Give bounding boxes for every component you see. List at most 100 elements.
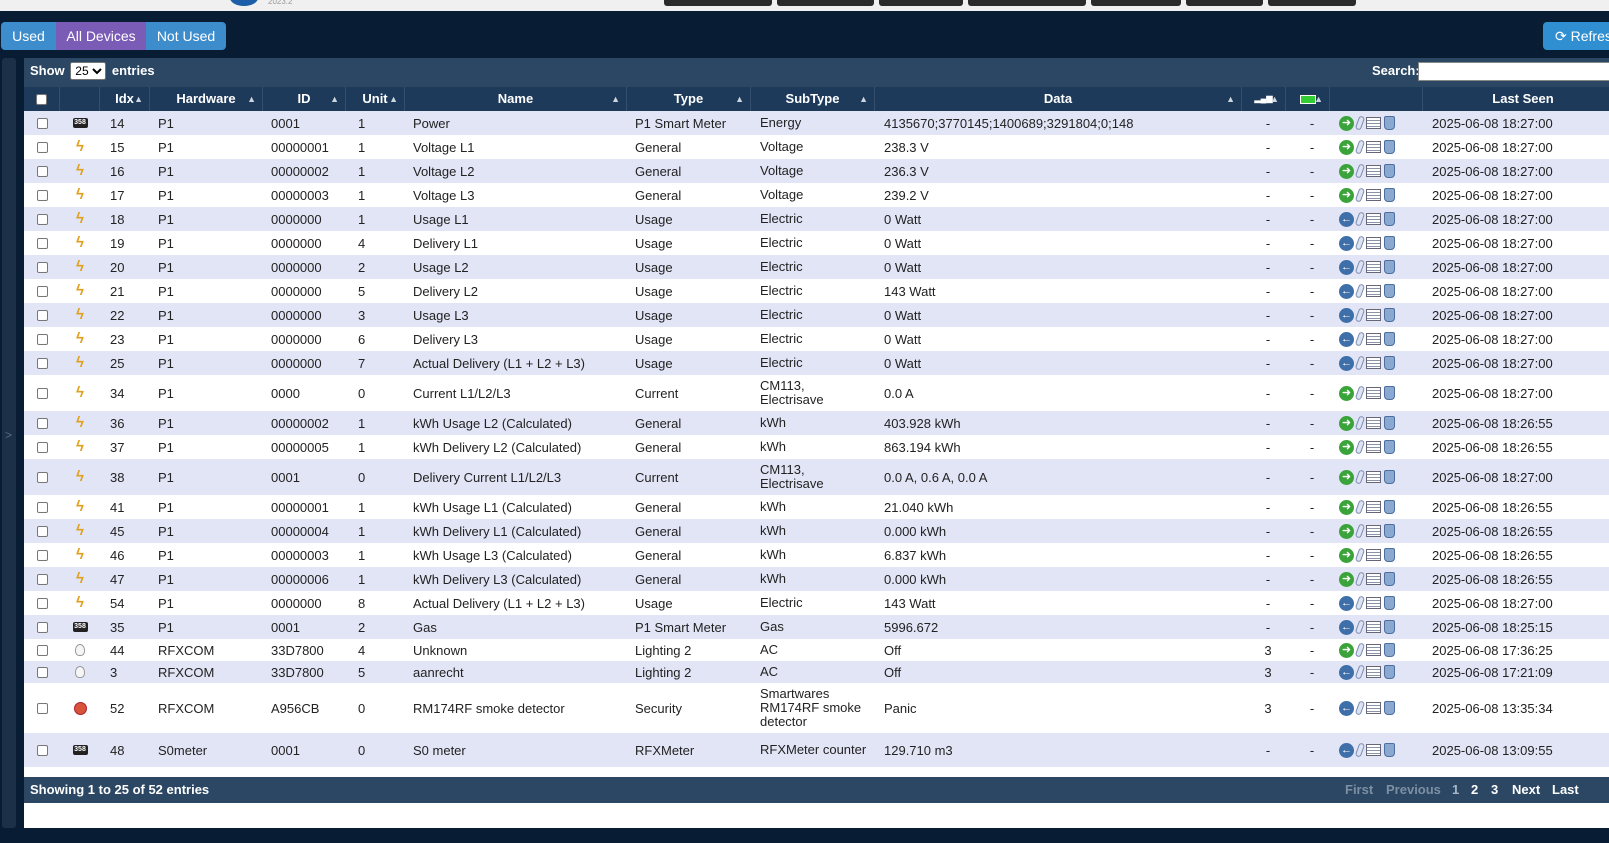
nav-button[interactable] bbox=[1186, 0, 1263, 6]
favorite-active-icon[interactable]: ➜ bbox=[1339, 139, 1354, 155]
column-header[interactable]: Data ▲ bbox=[875, 87, 1242, 111]
delete-icon[interactable] bbox=[1384, 470, 1395, 484]
pagination-next[interactable]: Next bbox=[1512, 777, 1540, 803]
log-icon[interactable] bbox=[1366, 549, 1381, 561]
favorite-active-icon[interactable]: ➜ bbox=[1339, 523, 1354, 539]
device-icon-wrap[interactable]: ϟ bbox=[72, 385, 88, 400]
row-checkbox[interactable] bbox=[36, 261, 48, 273]
nav-button[interactable] bbox=[968, 0, 1086, 6]
log-icon[interactable] bbox=[1366, 573, 1381, 585]
edit-icon[interactable] bbox=[1354, 642, 1366, 658]
edit-icon[interactable] bbox=[1354, 385, 1366, 401]
favorite-active-icon[interactable]: ➜ bbox=[1339, 642, 1354, 658]
column-header[interactable]: Type ▲ bbox=[627, 87, 751, 111]
device-icon-wrap[interactable] bbox=[72, 643, 88, 657]
delete-icon[interactable] bbox=[1384, 386, 1395, 400]
edit-icon[interactable] bbox=[1354, 499, 1366, 515]
favorite-inactive-icon[interactable]: ← bbox=[1339, 307, 1354, 323]
nav-button[interactable] bbox=[664, 0, 772, 6]
edit-icon[interactable] bbox=[1354, 211, 1366, 227]
select-all-checkbox[interactable] bbox=[36, 93, 47, 105]
log-icon[interactable] bbox=[1366, 165, 1381, 177]
favorite-inactive-icon[interactable]: ← bbox=[1339, 259, 1354, 275]
device-icon-wrap[interactable]: ϟ bbox=[72, 211, 88, 226]
device-icon-wrap[interactable]: 358 bbox=[72, 116, 88, 130]
log-icon[interactable] bbox=[1366, 261, 1381, 273]
device-icon-wrap[interactable]: ϟ bbox=[72, 469, 88, 484]
pagination-2[interactable]: 2 bbox=[1471, 777, 1478, 803]
edit-icon[interactable] bbox=[1354, 331, 1366, 347]
log-icon[interactable] bbox=[1366, 417, 1381, 429]
row-checkbox[interactable] bbox=[36, 621, 48, 633]
column-header[interactable]: ▂▄▆ ▲ bbox=[1242, 87, 1286, 111]
edit-icon[interactable] bbox=[1354, 700, 1366, 716]
log-icon[interactable] bbox=[1366, 702, 1381, 714]
device-icon-wrap[interactable]: ϟ bbox=[72, 331, 88, 346]
favorite-active-icon[interactable]: ➜ bbox=[1339, 385, 1354, 401]
favorite-inactive-icon[interactable]: ← bbox=[1339, 619, 1354, 635]
edit-icon[interactable] bbox=[1354, 235, 1366, 251]
device-icon-wrap[interactable]: ϟ bbox=[72, 415, 88, 430]
edit-icon[interactable] bbox=[1354, 259, 1366, 275]
row-checkbox[interactable] bbox=[36, 141, 48, 153]
row-checkbox[interactable] bbox=[36, 549, 48, 561]
device-icon-wrap[interactable] bbox=[72, 665, 88, 679]
device-icon-wrap[interactable]: ϟ bbox=[72, 187, 88, 202]
delete-icon[interactable] bbox=[1384, 356, 1395, 370]
filter-used-button[interactable]: Used bbox=[1, 22, 56, 50]
log-icon[interactable] bbox=[1366, 333, 1381, 345]
side-panel-toggle[interactable]: > bbox=[2, 58, 16, 828]
edit-icon[interactable] bbox=[1354, 115, 1366, 131]
log-icon[interactable] bbox=[1366, 309, 1381, 321]
column-header[interactable]: SubType ▲ bbox=[751, 87, 875, 111]
nav-button[interactable] bbox=[1268, 0, 1356, 6]
device-icon-wrap[interactable] bbox=[72, 701, 88, 715]
delete-icon[interactable] bbox=[1384, 116, 1395, 130]
row-checkbox[interactable] bbox=[36, 525, 48, 537]
delete-icon[interactable] bbox=[1384, 440, 1395, 454]
device-icon-wrap[interactable]: ϟ bbox=[72, 547, 88, 562]
log-icon[interactable] bbox=[1366, 621, 1381, 633]
delete-icon[interactable] bbox=[1384, 260, 1395, 274]
log-icon[interactable] bbox=[1366, 387, 1381, 399]
row-checkbox[interactable] bbox=[36, 471, 48, 483]
delete-icon[interactable] bbox=[1384, 572, 1395, 586]
edit-icon[interactable] bbox=[1354, 187, 1366, 203]
delete-icon[interactable] bbox=[1384, 743, 1395, 757]
row-checkbox[interactable] bbox=[36, 285, 48, 297]
search-input[interactable] bbox=[1418, 62, 1609, 81]
delete-icon[interactable] bbox=[1384, 701, 1395, 715]
delete-icon[interactable] bbox=[1384, 524, 1395, 538]
row-checkbox[interactable] bbox=[36, 357, 48, 369]
refresh-button[interactable]: ⟳ Refresh bbox=[1543, 22, 1609, 50]
edit-icon[interactable] bbox=[1354, 469, 1366, 485]
favorite-inactive-icon[interactable]: ← bbox=[1339, 742, 1354, 758]
delete-icon[interactable] bbox=[1384, 665, 1395, 679]
log-icon[interactable] bbox=[1366, 213, 1381, 225]
log-icon[interactable] bbox=[1366, 666, 1381, 678]
edit-icon[interactable] bbox=[1354, 619, 1366, 635]
row-checkbox[interactable] bbox=[36, 501, 48, 513]
device-icon-wrap[interactable]: ϟ bbox=[72, 523, 88, 538]
log-icon[interactable] bbox=[1366, 141, 1381, 153]
device-icon-wrap[interactable]: ϟ bbox=[72, 235, 88, 250]
log-icon[interactable] bbox=[1366, 117, 1381, 129]
row-checkbox[interactable] bbox=[36, 417, 48, 429]
pagination-1[interactable]: 1 bbox=[1452, 777, 1459, 803]
favorite-active-icon[interactable]: ➜ bbox=[1339, 571, 1354, 587]
delete-icon[interactable] bbox=[1384, 236, 1395, 250]
row-checkbox[interactable] bbox=[36, 441, 48, 453]
pagination-3[interactable]: 3 bbox=[1491, 777, 1498, 803]
delete-icon[interactable] bbox=[1384, 643, 1395, 657]
pagination-last[interactable]: Last bbox=[1552, 777, 1579, 803]
row-checkbox[interactable] bbox=[36, 666, 48, 678]
delete-icon[interactable] bbox=[1384, 500, 1395, 514]
favorite-inactive-icon[interactable]: ← bbox=[1339, 595, 1354, 611]
delete-icon[interactable] bbox=[1384, 620, 1395, 634]
row-checkbox[interactable] bbox=[36, 333, 48, 345]
column-header[interactable]: Hardware ▲ bbox=[150, 87, 263, 111]
favorite-active-icon[interactable]: ➜ bbox=[1339, 163, 1354, 179]
edit-icon[interactable] bbox=[1354, 355, 1366, 371]
device-icon-wrap[interactable]: ϟ bbox=[72, 307, 88, 322]
edit-icon[interactable] bbox=[1354, 283, 1366, 299]
